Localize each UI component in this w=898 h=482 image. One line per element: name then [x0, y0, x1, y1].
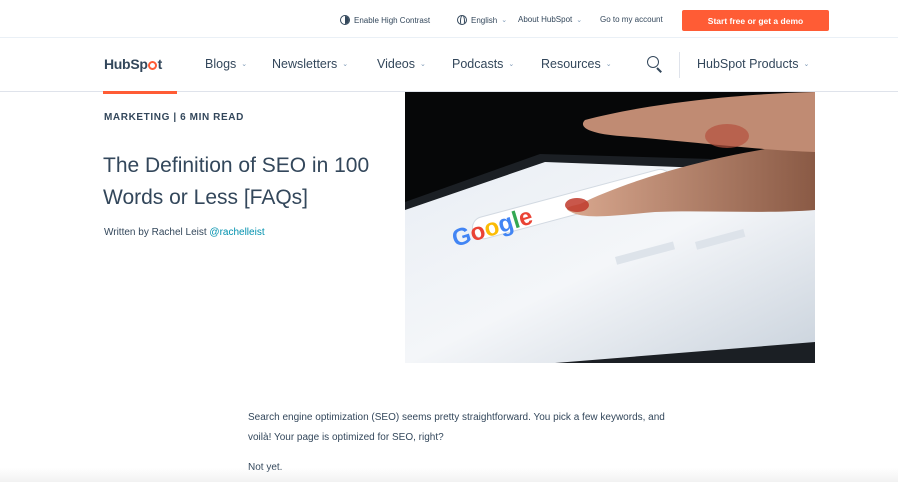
search-icon[interactable] — [647, 56, 663, 73]
nav-item-label: Videos — [377, 57, 415, 71]
chevron-down-icon: ⌄ — [605, 61, 612, 68]
hubspot-products-menu[interactable]: HubSpot Products ⌄ — [697, 57, 809, 71]
active-indicator — [103, 91, 177, 94]
chevron-down-icon: ⌄ — [576, 16, 583, 24]
nav-item-newsletters[interactable]: Newsletters ⌄ — [272, 57, 348, 71]
about-hubspot-label: About HubSpot — [518, 15, 573, 24]
hubspot-logo[interactable]: HubSp t — [104, 56, 162, 72]
nav-item-label: Podcasts — [452, 57, 504, 71]
logo-text-end: t — [157, 56, 163, 72]
author-handle-link[interactable]: @rachelleist — [209, 227, 264, 238]
nav-item-resources[interactable]: Resources ⌄ — [541, 57, 612, 71]
chevron-down-icon: ⌄ — [241, 61, 248, 68]
language-label: English — [471, 15, 498, 25]
high-contrast-label: Enable High Contrast — [354, 15, 431, 25]
author-name[interactable]: Written by Rachel Leist — [104, 227, 207, 238]
hubspot-products-label: HubSpot Products — [697, 57, 799, 71]
article-topic[interactable]: MARKETING | 6 MIN READ — [104, 112, 244, 123]
contrast-icon — [340, 15, 350, 25]
main-nav: HubSp t Blogs ⌄ Newsletters ⌄ Videos ⌄ Po… — [0, 38, 898, 92]
about-hubspot-menu[interactable]: About HubSpot ⌄ — [518, 15, 582, 24]
bottom-fade — [0, 468, 898, 482]
nav-item-label: Newsletters — [272, 57, 338, 71]
nav-item-blogs[interactable]: Blogs ⌄ — [205, 57, 247, 71]
article-title: The Definition of SEO in 100 Words or Le… — [103, 154, 370, 209]
nav-item-label: Blogs — [205, 57, 237, 71]
nav-item-label: Resources — [541, 57, 601, 71]
account-label: Go to my account — [600, 15, 663, 24]
article-paragraph: Search engine optimization (SEO) seems p… — [248, 412, 665, 443]
high-contrast-toggle[interactable]: Enable High Contrast — [340, 15, 430, 25]
globe-icon — [457, 15, 467, 25]
sprocket-icon — [148, 61, 158, 70]
nav-item-videos[interactable]: Videos ⌄ — [377, 57, 426, 71]
logo-text-start: HubSp — [104, 56, 148, 72]
article-byline: Written by Rachel Leist @rachelleist — [104, 227, 265, 238]
nav-item-podcasts[interactable]: Podcasts ⌄ — [452, 57, 514, 71]
account-link[interactable]: Go to my account — [600, 15, 663, 24]
chevron-down-icon: ⌄ — [803, 61, 810, 68]
start-free-button[interactable]: Start free or get a demo — [682, 10, 829, 31]
chevron-down-icon: ⌄ — [342, 61, 349, 68]
language-selector[interactable]: English ⌄ — [457, 15, 507, 25]
chevron-down-icon: ⌄ — [508, 61, 515, 68]
utility-bar: Enable High Contrast English ⌄ About Hub… — [0, 0, 898, 38]
chevron-down-icon: ⌄ — [501, 17, 508, 24]
hand-on-tablet-illustration: Google — [405, 92, 815, 363]
nav-divider — [679, 52, 680, 78]
chevron-down-icon: ⌄ — [420, 61, 426, 68]
hero-image: Google — [405, 92, 815, 363]
